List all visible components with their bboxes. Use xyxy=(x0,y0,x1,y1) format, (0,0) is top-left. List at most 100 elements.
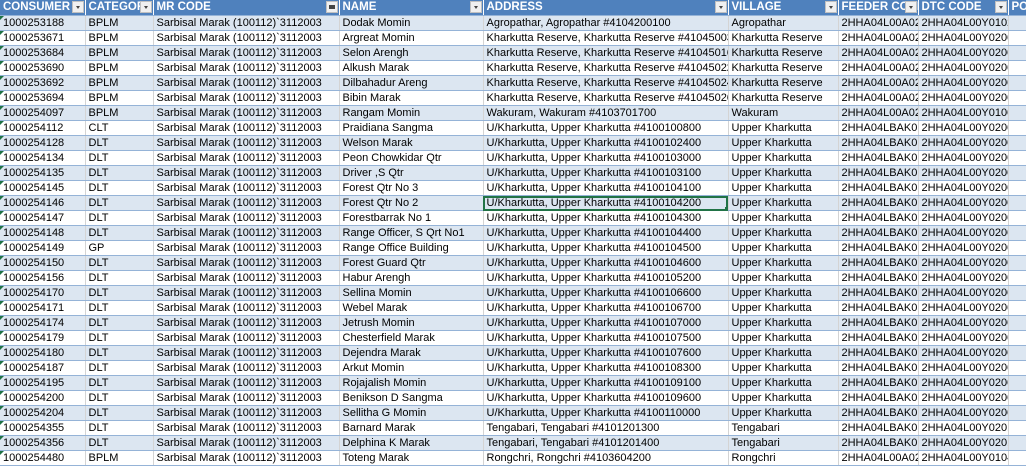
cell-consumer[interactable]: 1000253671 xyxy=(0,31,85,46)
cell-po[interactable] xyxy=(1008,31,1026,46)
cell-dtc-code[interactable]: 2HHA04L00Y02002 xyxy=(918,91,1008,106)
cell-address[interactable]: U/Kharkutta, Upper Kharkutta #4100104100 xyxy=(483,181,728,196)
cell-consumer[interactable]: 1000253692 xyxy=(0,76,85,91)
cell-address[interactable]: U/Kharkutta, Upper Kharkutta #4100110000 xyxy=(483,406,728,421)
cell-po[interactable] xyxy=(1008,301,1026,316)
cell-feeder-code[interactable]: 2HHA04L00A02 xyxy=(838,106,918,121)
cell-dtc-code[interactable]: 2HHA04L00Y02004 xyxy=(918,256,1008,271)
cell-dtc-code[interactable]: 2HHA04L00Y02002 xyxy=(918,76,1008,91)
cell-dtc-code[interactable]: 2HHA04L00Y02004 xyxy=(918,226,1008,241)
filter-dropdown-icon[interactable] xyxy=(72,1,84,13)
cell-village[interactable]: Kharkutta Reserve xyxy=(728,61,838,76)
cell-village[interactable]: Upper Kharkutta xyxy=(728,391,838,406)
cell-address[interactable]: Rongchri, Rongchri #4103604200 xyxy=(483,451,728,466)
cell-consumer[interactable]: 1000254146 xyxy=(0,196,85,211)
cell-name[interactable]: Dejendra Marak xyxy=(339,346,483,361)
cell-name[interactable]: Welson Marak xyxy=(339,136,483,151)
cell-po[interactable] xyxy=(1008,286,1026,301)
cell-consumer[interactable]: 1000254200 xyxy=(0,391,85,406)
cell-po[interactable] xyxy=(1008,211,1026,226)
cell-dtc-code[interactable]: 2HHA04L00Y02004 xyxy=(918,331,1008,346)
cell-village[interactable]: Upper Kharkutta xyxy=(728,406,838,421)
cell-category[interactable]: DLT xyxy=(85,166,153,181)
cell-mr-code[interactable]: Sarbisal Marak (100112)`3112003 xyxy=(153,406,339,421)
cell-consumer[interactable]: 1000254170 xyxy=(0,286,85,301)
cell-name[interactable]: Rojajalish Momin xyxy=(339,376,483,391)
cell-address[interactable]: U/Kharkutta, Upper Kharkutta #4100109600 xyxy=(483,391,728,406)
cell-feeder-code[interactable]: 2HHA04LBAK01 xyxy=(838,256,918,271)
cell-category[interactable]: BPLM xyxy=(85,451,153,466)
cell-consumer[interactable]: 1000254112 xyxy=(0,121,85,136)
column-header-po[interactable]: PO xyxy=(1008,0,1026,16)
cell-mr-code[interactable]: Sarbisal Marak (100112)`3112003 xyxy=(153,61,339,76)
cell-category[interactable]: DLT xyxy=(85,331,153,346)
cell-dtc-code[interactable]: 2HHA04L00Y01048 xyxy=(918,451,1008,466)
cell-consumer[interactable]: 1000254148 xyxy=(0,226,85,241)
cell-feeder-code[interactable]: 2HHA04LBAK01 xyxy=(838,346,918,361)
filter-dropdown-icon[interactable] xyxy=(140,1,152,13)
cell-mr-code[interactable]: Sarbisal Marak (100112)`3112003 xyxy=(153,91,339,106)
cell-dtc-code[interactable]: 2HHA04L00Y02010 xyxy=(918,421,1008,436)
cell-mr-code[interactable]: Sarbisal Marak (100112)`3112003 xyxy=(153,256,339,271)
cell-po[interactable] xyxy=(1008,61,1026,76)
cell-category[interactable]: DLT xyxy=(85,226,153,241)
cell-consumer[interactable]: 1000254134 xyxy=(0,151,85,166)
cell-dtc-code[interactable]: 2HHA04L00Y02004 xyxy=(918,286,1008,301)
cell-mr-code[interactable]: Sarbisal Marak (100112)`3112003 xyxy=(153,106,339,121)
cell-name[interactable]: Forestbarrak No 1 xyxy=(339,211,483,226)
cell-consumer[interactable]: 1000254195 xyxy=(0,376,85,391)
cell-village[interactable]: Upper Kharkutta xyxy=(728,241,838,256)
cell-consumer[interactable]: 1000253188 xyxy=(0,16,85,31)
cell-mr-code[interactable]: Sarbisal Marak (100112)`3112003 xyxy=(153,121,339,136)
cell-feeder-code[interactable]: 2HHA04LBAK01 xyxy=(838,136,918,151)
cell-category[interactable]: CLT xyxy=(85,121,153,136)
cell-dtc-code[interactable]: 2HHA04L00Y02002 xyxy=(918,31,1008,46)
cell-po[interactable] xyxy=(1008,346,1026,361)
cell-feeder-code[interactable]: 2HHA04LBAK01 xyxy=(838,181,918,196)
cell-po[interactable] xyxy=(1008,121,1026,136)
cell-mr-code[interactable]: Sarbisal Marak (100112)`3112003 xyxy=(153,376,339,391)
cell-consumer[interactable]: 1000254156 xyxy=(0,271,85,286)
cell-feeder-code[interactable]: 2HHA04LBAK01 xyxy=(838,361,918,376)
cell-name[interactable]: Forest Qtr No 2 xyxy=(339,196,483,211)
cell-category[interactable]: DLT xyxy=(85,136,153,151)
cell-feeder-code[interactable]: 2HHA04LBAK01 xyxy=(838,406,918,421)
cell-village[interactable]: Upper Kharkutta xyxy=(728,346,838,361)
cell-name[interactable]: Argreat Momin xyxy=(339,31,483,46)
cell-village[interactable]: Upper Kharkutta xyxy=(728,271,838,286)
cell-name[interactable]: Webel Marak xyxy=(339,301,483,316)
cell-village[interactable]: Upper Kharkutta xyxy=(728,181,838,196)
cell-category[interactable]: BPLM xyxy=(85,31,153,46)
cell-mr-code[interactable]: Sarbisal Marak (100112)`3112003 xyxy=(153,271,339,286)
cell-po[interactable] xyxy=(1008,181,1026,196)
cell-name[interactable]: Habur Arengh xyxy=(339,271,483,286)
cell-mr-code[interactable]: Sarbisal Marak (100112)`3112003 xyxy=(153,136,339,151)
cell-address[interactable]: U/Kharkutta, Upper Kharkutta #4100107600 xyxy=(483,346,728,361)
cell-mr-code[interactable]: Sarbisal Marak (100112)`3112003 xyxy=(153,301,339,316)
cell-name[interactable]: Dilbahadur Areng xyxy=(339,76,483,91)
cell-address[interactable]: Tengabari, Tengabari #4101201300 xyxy=(483,421,728,436)
cell-mr-code[interactable]: Sarbisal Marak (100112)`3112003 xyxy=(153,316,339,331)
column-header-mr-code[interactable]: MR CODE xyxy=(153,0,339,16)
cell-mr-code[interactable]: Sarbisal Marak (100112)`3112003 xyxy=(153,181,339,196)
cell-address[interactable]: U/Kharkutta, Upper Kharkutta #4100107000 xyxy=(483,316,728,331)
cell-village[interactable]: Upper Kharkutta xyxy=(728,121,838,136)
cell-dtc-code[interactable]: 2HHA04L00Y02004 xyxy=(918,211,1008,226)
cell-po[interactable] xyxy=(1008,316,1026,331)
cell-po[interactable] xyxy=(1008,76,1026,91)
cell-dtc-code[interactable]: 2HHA04L00Y02004 xyxy=(918,376,1008,391)
cell-dtc-code[interactable]: 2HHA04L00Y02002 xyxy=(918,61,1008,76)
cell-po[interactable] xyxy=(1008,451,1026,466)
cell-feeder-code[interactable]: 2HHA04LBAK01 xyxy=(838,241,918,256)
filter-dropdown-icon[interactable] xyxy=(995,1,1007,13)
cell-dtc-code[interactable]: 2HHA04L00Y02004 xyxy=(918,166,1008,181)
cell-consumer[interactable]: 1000254135 xyxy=(0,166,85,181)
cell-village[interactable]: Upper Kharkutta xyxy=(728,196,838,211)
cell-mr-code[interactable]: Sarbisal Marak (100112)`3112003 xyxy=(153,16,339,31)
cell-address[interactable]: U/Kharkutta, Upper Kharkutta #4100105200 xyxy=(483,271,728,286)
cell-category[interactable]: DLT xyxy=(85,346,153,361)
cell-name[interactable]: Peon Chowkidar Qtr xyxy=(339,151,483,166)
cell-village[interactable]: Upper Kharkutta xyxy=(728,361,838,376)
cell-dtc-code[interactable]: 2HHA04L00Y02004 xyxy=(918,241,1008,256)
cell-category[interactable]: BPLM xyxy=(85,91,153,106)
